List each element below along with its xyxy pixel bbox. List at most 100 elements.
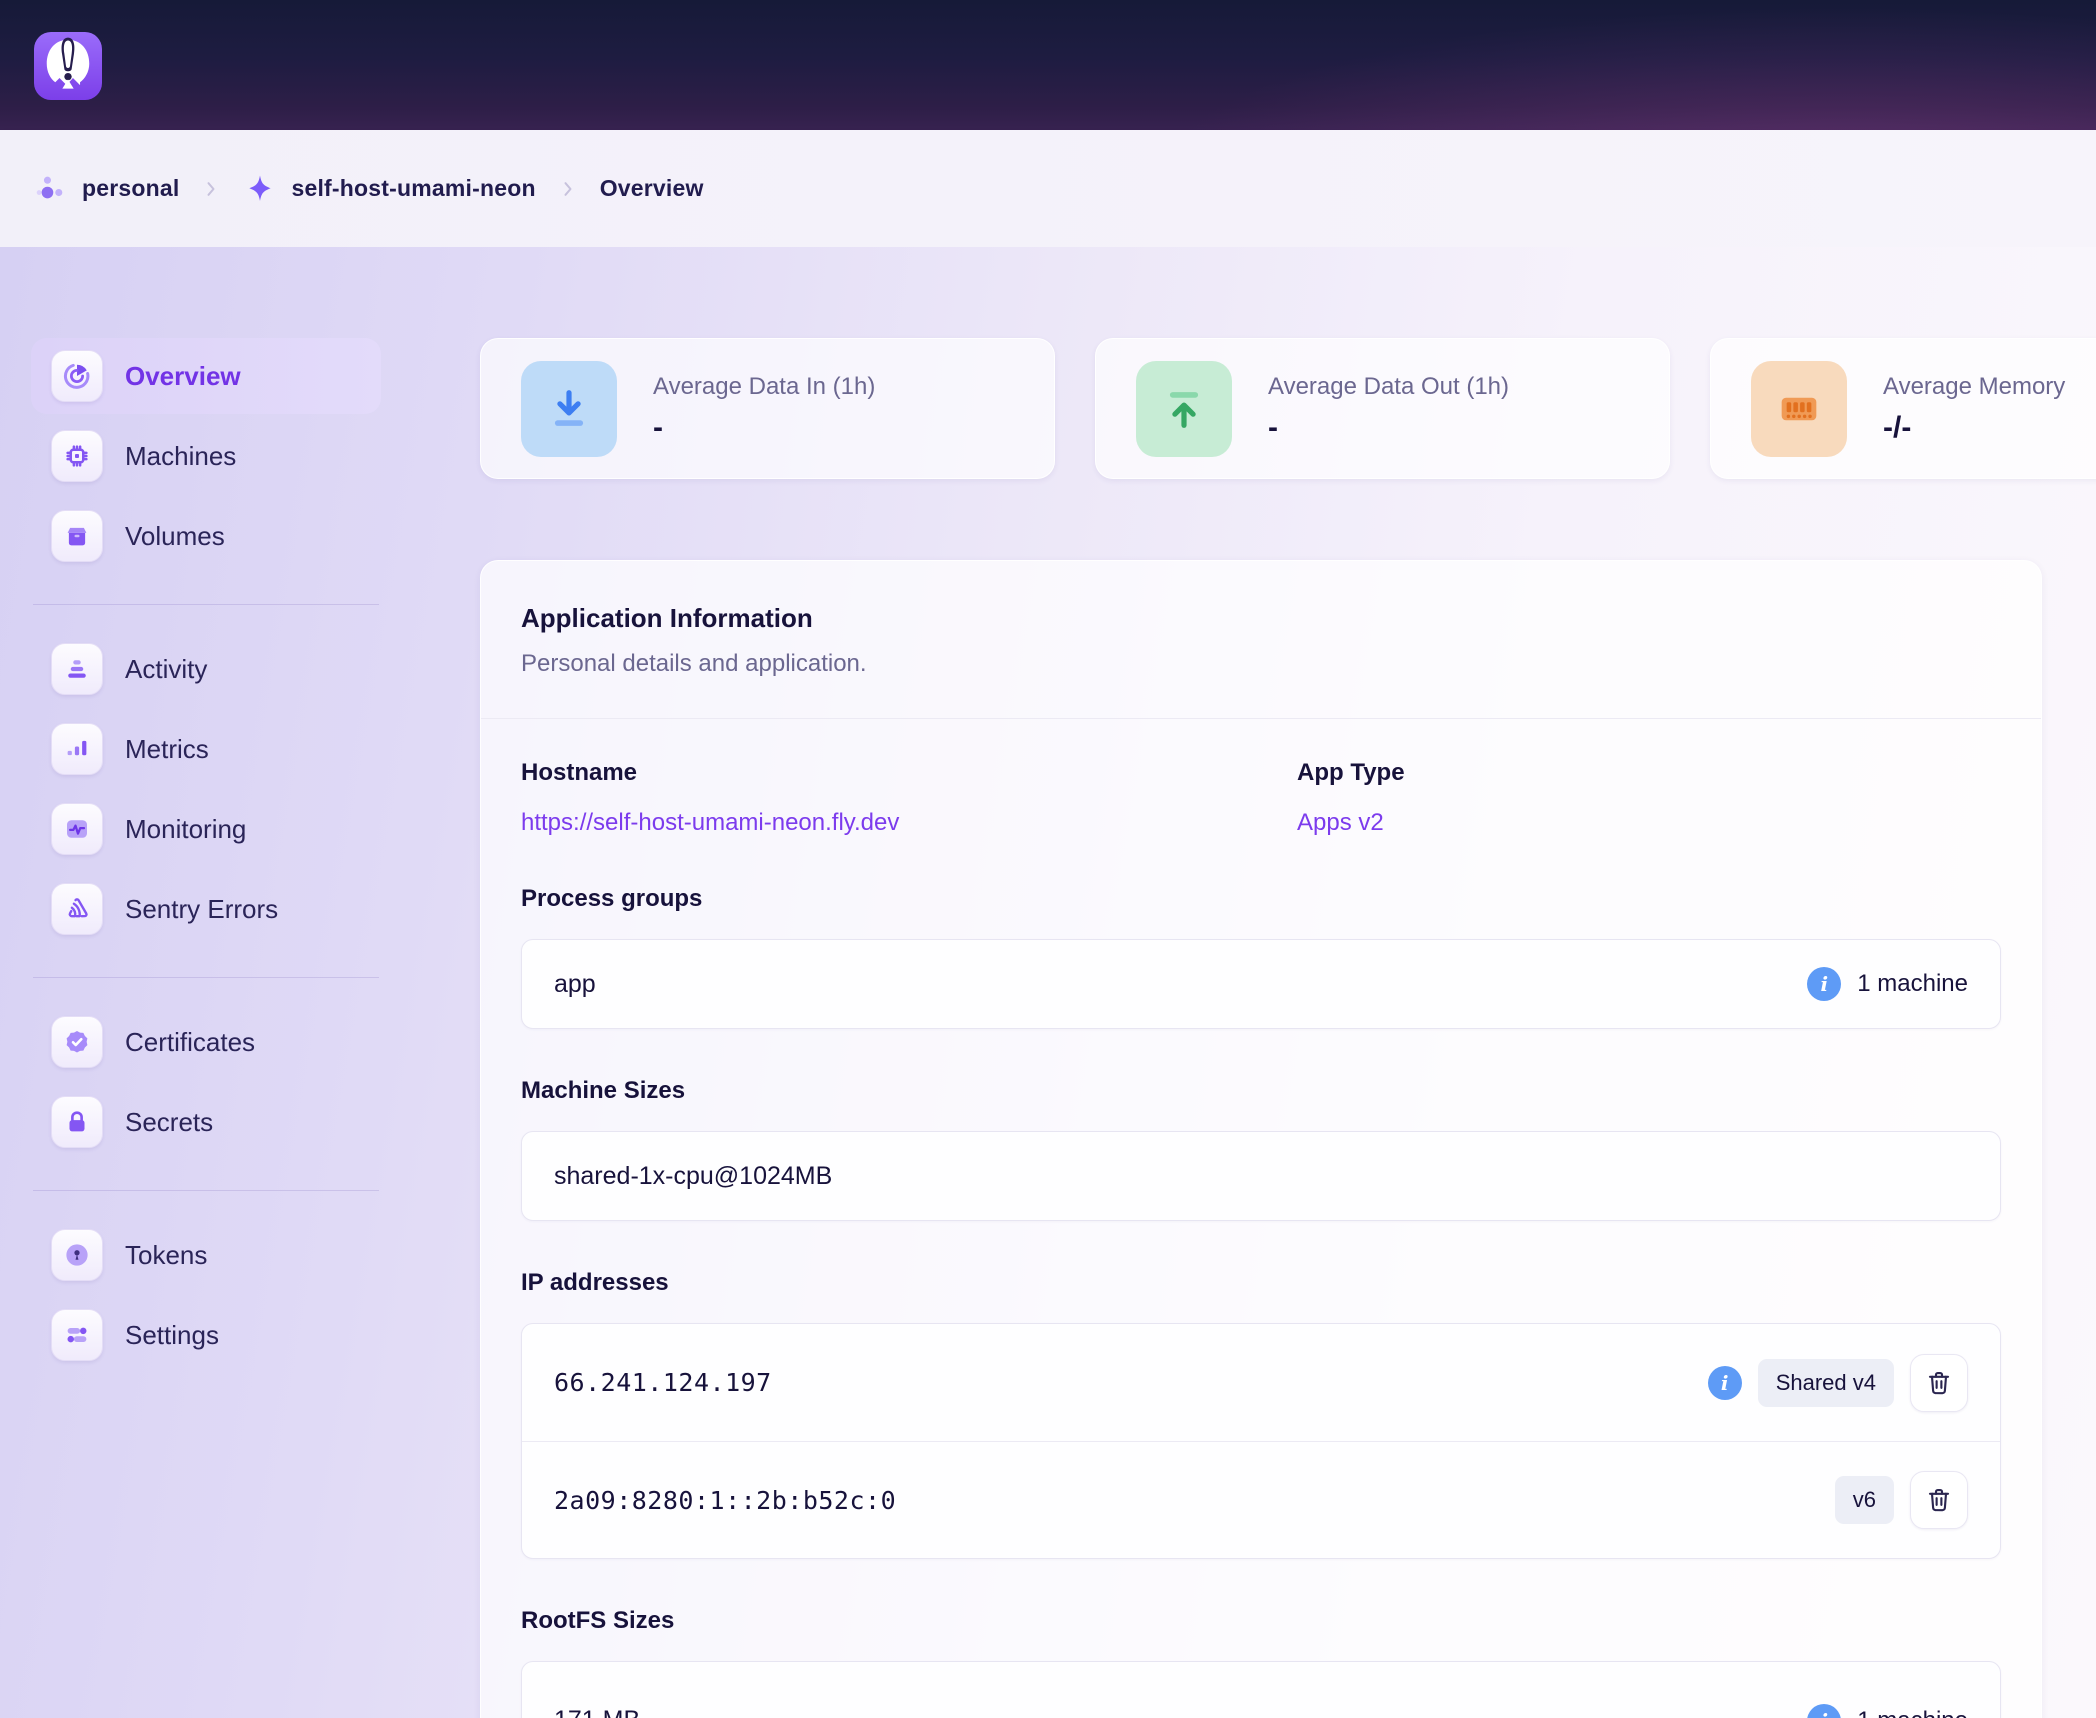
machine-count-label: 1 machine <box>1857 970 1968 998</box>
trash-icon <box>1924 1485 1954 1515</box>
stat-card-data-out: Average Data Out (1h) - <box>1095 338 1670 479</box>
stat-value: - <box>1268 411 1509 445</box>
process-group-machines: i 1 machine <box>1807 967 1968 1001</box>
sidebar-item-certificates[interactable]: Certificates <box>31 1004 381 1080</box>
sidebar-item-label: Overview <box>125 361 241 392</box>
ip-row-v4: 66.241.124.197 i Shared v4 <box>522 1324 2000 1441</box>
process-groups-section: Process groups app i 1 machine <box>521 885 2001 1029</box>
overview-icon <box>51 350 103 402</box>
breadcrumb-app[interactable]: self-host-umami-neon <box>243 172 535 206</box>
stat-label: Average Memory <box>1883 373 2065 401</box>
card-subtitle: Personal details and application. <box>521 650 2001 678</box>
sidebar-item-activity[interactable]: Activity <box>31 631 381 707</box>
machine-size-value: shared-1x-cpu@1024MB <box>554 1162 832 1191</box>
stat-text: Average Memory -/- <box>1883 373 2065 445</box>
ip-type-badge: Shared v4 <box>1758 1359 1894 1407</box>
sidebar-item-label: Settings <box>125 1320 219 1351</box>
organization-dots-icon <box>34 172 68 206</box>
hostname-link[interactable]: https://self-host-umami-neon.fly.dev <box>521 809 899 837</box>
ip-addresses-box: 66.241.124.197 i Shared v4 <box>521 1323 2001 1559</box>
chevron-right-icon <box>558 179 578 199</box>
process-group-name: app <box>554 970 596 999</box>
delete-ip-button[interactable] <box>1910 1471 1968 1529</box>
stat-text: Average Data In (1h) - <box>653 373 875 445</box>
keyhole-icon <box>51 1229 103 1281</box>
trash-icon <box>1924 1368 1954 1398</box>
seal-check-icon <box>51 1016 103 1068</box>
sidebar-item-label: Secrets <box>125 1107 213 1138</box>
machine-count-label: 1 machine <box>1857 1707 1968 1718</box>
info-icon[interactable]: i <box>1807 967 1841 1001</box>
info-icon[interactable]: i <box>1708 1366 1742 1400</box>
delete-ip-button[interactable] <box>1910 1354 1968 1412</box>
rootfs-machines: i 1 machine <box>1807 1704 1968 1718</box>
process-groups-box: app i 1 machine <box>521 939 2001 1029</box>
app-window: personal self-host-umami-neon Overview <box>0 0 2096 1718</box>
page-background: Overview Machines <box>0 247 2096 1718</box>
sidebar-item-label: Sentry Errors <box>125 894 278 925</box>
chip-icon <box>51 430 103 482</box>
card-header: Application Information Personal details… <box>481 561 2041 719</box>
stat-text: Average Data Out (1h) - <box>1268 373 1509 445</box>
sidebar-item-overview[interactable]: Overview <box>31 338 381 414</box>
sidebar-item-secrets[interactable]: Secrets <box>31 1084 381 1160</box>
sidebar-item-label: Volumes <box>125 521 225 552</box>
sidebar-divider <box>33 1190 379 1191</box>
rootfs-row: 171 MB i 1 machine <box>522 1662 2000 1718</box>
upload-icon <box>1136 361 1232 457</box>
breadcrumb-organization[interactable]: personal <box>34 172 179 206</box>
sidebar-item-tokens[interactable]: Tokens <box>31 1217 381 1293</box>
stat-value: - <box>653 411 875 445</box>
sidebar-item-label: Tokens <box>125 1240 207 1271</box>
rootfs-box: 171 MB i 1 machine <box>521 1661 2001 1718</box>
app-sparkle-icon <box>243 172 277 206</box>
process-group-row: app i 1 machine <box>522 940 2000 1028</box>
app-type-link[interactable]: Apps v2 <box>1297 809 1384 837</box>
card-title: Application Information <box>521 603 2001 634</box>
sentry-icon <box>51 883 103 935</box>
sidebar-item-label: Metrics <box>125 734 209 765</box>
stats-row: Average Data In (1h) - Average Data Out … <box>480 338 2096 479</box>
ip-address-v4: 66.241.124.197 <box>554 1368 772 1397</box>
pulse-icon <box>51 803 103 855</box>
lock-icon <box>51 1096 103 1148</box>
breadcrumb-page[interactable]: Overview <box>600 175 704 202</box>
stat-card-memory: Average Memory -/- <box>1710 338 2096 479</box>
fly-logo[interactable] <box>34 32 102 100</box>
app-type-label: App Type <box>1297 759 2001 787</box>
sidebar-item-label: Machines <box>125 441 236 472</box>
stat-label: Average Data In (1h) <box>653 373 875 401</box>
bar-chart-icon <box>51 723 103 775</box>
rootfs-size: 171 MB <box>554 1706 640 1718</box>
machine-size-row: shared-1x-cpu@1024MB <box>522 1132 2000 1220</box>
application-information-card: Application Information Personal details… <box>480 560 2042 1718</box>
sidebar-item-sentry-errors[interactable]: Sentry Errors <box>31 871 381 947</box>
sidebar-item-label: Certificates <box>125 1027 255 1058</box>
sidebar: Overview Machines <box>31 338 381 1377</box>
sidebar-item-metrics[interactable]: Metrics <box>31 711 381 787</box>
topbar <box>0 0 2096 130</box>
sidebar-item-monitoring[interactable]: Monitoring <box>31 791 381 867</box>
rootfs-label: RootFS Sizes <box>521 1607 2001 1635</box>
sidebar-item-label: Monitoring <box>125 814 246 845</box>
sidebar-item-volumes[interactable]: Volumes <box>31 498 381 574</box>
download-icon <box>521 361 617 457</box>
hostname-field: Hostname https://self-host-umami-neon.fl… <box>521 759 1297 837</box>
rootfs-section: RootFS Sizes 171 MB i 1 machine <box>521 1607 2001 1718</box>
app-type-field: App Type Apps v2 <box>1297 759 2001 837</box>
hostname-label: Hostname <box>521 759 1297 787</box>
machine-sizes-label: Machine Sizes <box>521 1077 2001 1105</box>
breadcrumb-org-label: personal <box>82 175 179 202</box>
info-icon[interactable]: i <box>1807 1704 1841 1718</box>
sidebar-divider <box>33 604 379 605</box>
machine-sizes-box: shared-1x-cpu@1024MB <box>521 1131 2001 1221</box>
breadcrumb-app-label: self-host-umami-neon <box>291 175 535 202</box>
ip-row-v6: 2a09:8280:1::2b:b52c:0 v6 <box>522 1441 2000 1558</box>
ip-type-badge: v6 <box>1835 1476 1894 1524</box>
sidebar-item-settings[interactable]: Settings <box>31 1297 381 1373</box>
box-icon <box>51 510 103 562</box>
memory-icon <box>1751 361 1847 457</box>
sidebar-item-machines[interactable]: Machines <box>31 418 381 494</box>
ip-addresses-section: IP addresses 66.241.124.197 i Shared v4 <box>521 1269 2001 1559</box>
process-groups-label: Process groups <box>521 885 2001 913</box>
